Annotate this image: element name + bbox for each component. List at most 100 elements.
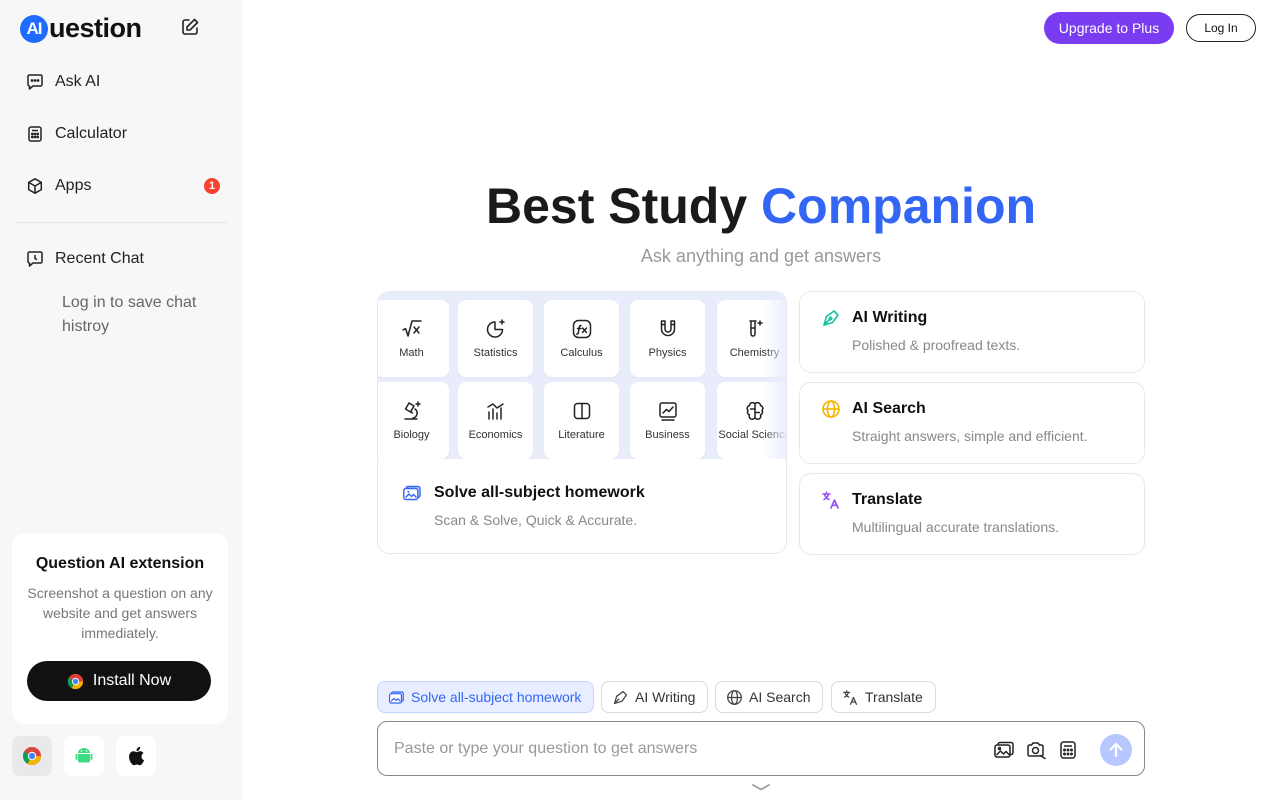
subject-tile-business[interactable]: Business bbox=[630, 382, 705, 459]
sidebar-divider bbox=[14, 222, 228, 223]
solve-homework-title: Solve all-subject homework bbox=[434, 484, 645, 501]
subject-label: Economics bbox=[468, 429, 523, 441]
apple-icon bbox=[129, 746, 144, 766]
translate-card[interactable]: Translate Multilingual accurate translat… bbox=[799, 473, 1145, 555]
ask-box bbox=[377, 721, 1145, 776]
calculator-icon[interactable] bbox=[1057, 739, 1079, 761]
book-icon bbox=[573, 402, 590, 420]
feature-description: Multilingual accurate translations. bbox=[852, 519, 1059, 535]
subject-label: Math bbox=[399, 347, 424, 359]
test-tube-icon bbox=[748, 320, 763, 337]
subject-label: Physics bbox=[648, 347, 687, 359]
translate-icon bbox=[822, 491, 839, 509]
install-now-label: Install Now bbox=[92, 672, 172, 689]
subject-label: Business bbox=[645, 429, 690, 441]
chip-translate[interactable]: Translate bbox=[831, 681, 936, 713]
trend-chart-icon bbox=[658, 402, 677, 421]
subjects-grid: Math Statistics Calculus Physics Chemist… bbox=[378, 292, 786, 459]
android-store-button[interactable] bbox=[64, 736, 104, 776]
bar-chart-icon bbox=[486, 403, 504, 420]
subject-label: Literature bbox=[558, 429, 605, 441]
subject-label: Calculus bbox=[560, 347, 603, 359]
logo[interactable]: AI uestion bbox=[20, 13, 142, 44]
chip-label: Solve all-subject homework bbox=[411, 689, 582, 705]
subject-label: Statistics bbox=[473, 347, 518, 359]
cube-icon bbox=[25, 176, 45, 196]
subject-tile-calculus[interactable]: Calculus bbox=[544, 300, 619, 377]
title-accent: Companion bbox=[761, 178, 1037, 234]
apps-count-badge: 1 bbox=[204, 178, 220, 194]
chrome-icon bbox=[22, 747, 41, 765]
solve-homework-card[interactable]: Math Statistics Calculus Physics Chemist… bbox=[377, 291, 787, 554]
brain-icon bbox=[745, 401, 764, 420]
chevron-down-icon[interactable] bbox=[751, 782, 771, 792]
extension-promo-card: Question AI extension Screenshot a quest… bbox=[12, 534, 228, 724]
recent-chat-hint: Log in to save chat histroy bbox=[62, 294, 197, 335]
extension-description: Screenshot a question on any website and… bbox=[27, 585, 213, 641]
pen-icon bbox=[823, 310, 839, 326]
chip-label: AI Writing bbox=[635, 689, 696, 705]
feature-description: Straight answers, simple and efficient. bbox=[852, 428, 1088, 444]
solve-homework-heading: Solve all-subject homework bbox=[402, 483, 645, 503]
new-chat-edit-icon[interactable] bbox=[180, 17, 200, 37]
sidebar-item-apps[interactable]: Apps 1 bbox=[14, 166, 228, 206]
page-subtitle: Ask anything and get answers bbox=[640, 246, 882, 266]
feature-title: AI Search bbox=[852, 400, 926, 417]
subject-tile-literature[interactable]: Literature bbox=[544, 382, 619, 459]
logo-badge: AI bbox=[20, 14, 48, 43]
subject-label: Biology bbox=[393, 429, 430, 441]
function-icon bbox=[572, 319, 591, 339]
translate-icon bbox=[843, 689, 858, 705]
chip-label: AI Search bbox=[749, 689, 811, 705]
subjects-fade-overlay bbox=[764, 292, 786, 459]
extension-title: Question AI extension bbox=[35, 555, 205, 572]
subject-tile-math[interactable]: Math bbox=[378, 300, 449, 377]
subject-tile-physics[interactable]: Physics bbox=[630, 300, 705, 377]
sidebar-item-label: Calculator bbox=[55, 125, 128, 142]
android-icon bbox=[75, 748, 93, 763]
globe-icon bbox=[727, 689, 742, 705]
sidebar-item-recent-chat[interactable]: Recent Chat bbox=[14, 239, 228, 279]
magnet-icon bbox=[660, 320, 675, 337]
chat-icon bbox=[25, 72, 45, 92]
calculator-icon bbox=[25, 124, 45, 144]
camera-search-icon[interactable] bbox=[1025, 739, 1047, 761]
sidebar-item-label: Recent Chat bbox=[55, 250, 144, 267]
sidebar-item-label: Ask AI bbox=[55, 73, 101, 90]
install-now-button[interactable]: Install Now bbox=[27, 661, 211, 701]
chip-solve-homework[interactable]: Solve all-subject homework bbox=[377, 681, 595, 713]
microscope-icon bbox=[403, 401, 421, 420]
page-title: Best Study Companion bbox=[242, 177, 1280, 235]
sqrt-icon bbox=[401, 320, 422, 337]
login-button[interactable]: Log In bbox=[1186, 14, 1256, 42]
upload-image-icon[interactable] bbox=[993, 739, 1015, 761]
ai-search-card[interactable]: AI Search Straight answers, simple and e… bbox=[799, 382, 1145, 464]
apple-store-button[interactable] bbox=[116, 736, 156, 776]
photo-scan-icon bbox=[388, 690, 404, 704]
chrome-store-button[interactable] bbox=[12, 736, 52, 776]
sidebar-item-ask-ai[interactable]: Ask AI bbox=[14, 62, 228, 102]
chip-ai-writing[interactable]: AI Writing bbox=[601, 681, 709, 713]
send-button[interactable] bbox=[1100, 734, 1132, 766]
subject-tile-statistics[interactable]: Statistics bbox=[458, 300, 533, 377]
chrome-icon bbox=[67, 673, 84, 689]
sidebar: AI uestion Ask AI Calculator Apps 1 Rece… bbox=[0, 0, 242, 800]
arrow-up-icon bbox=[1109, 742, 1123, 758]
feature-title: AI Writing bbox=[852, 309, 928, 326]
subject-tile-biology[interactable]: Biology bbox=[378, 382, 449, 459]
pie-chart-icon bbox=[486, 319, 505, 338]
photo-scan-icon bbox=[403, 485, 421, 501]
chip-ai-search[interactable]: AI Search bbox=[715, 681, 824, 713]
globe-icon bbox=[822, 400, 840, 418]
subject-tile-economics[interactable]: Economics bbox=[458, 382, 533, 459]
title-main: Best Study bbox=[485, 178, 748, 234]
upgrade-to-plus-button[interactable]: Upgrade to Plus bbox=[1044, 12, 1174, 44]
solve-homework-description: Scan & Solve, Quick & Accurate. bbox=[434, 512, 638, 528]
feature-description: Polished & proofread texts. bbox=[852, 337, 1021, 353]
ai-writing-card[interactable]: AI Writing Polished & proofread texts. bbox=[799, 291, 1145, 373]
question-input[interactable] bbox=[394, 722, 964, 775]
chip-label: Translate bbox=[865, 689, 923, 705]
sidebar-item-calculator[interactable]: Calculator bbox=[14, 114, 228, 154]
feature-title: Translate bbox=[852, 491, 923, 508]
pen-icon bbox=[613, 690, 628, 704]
